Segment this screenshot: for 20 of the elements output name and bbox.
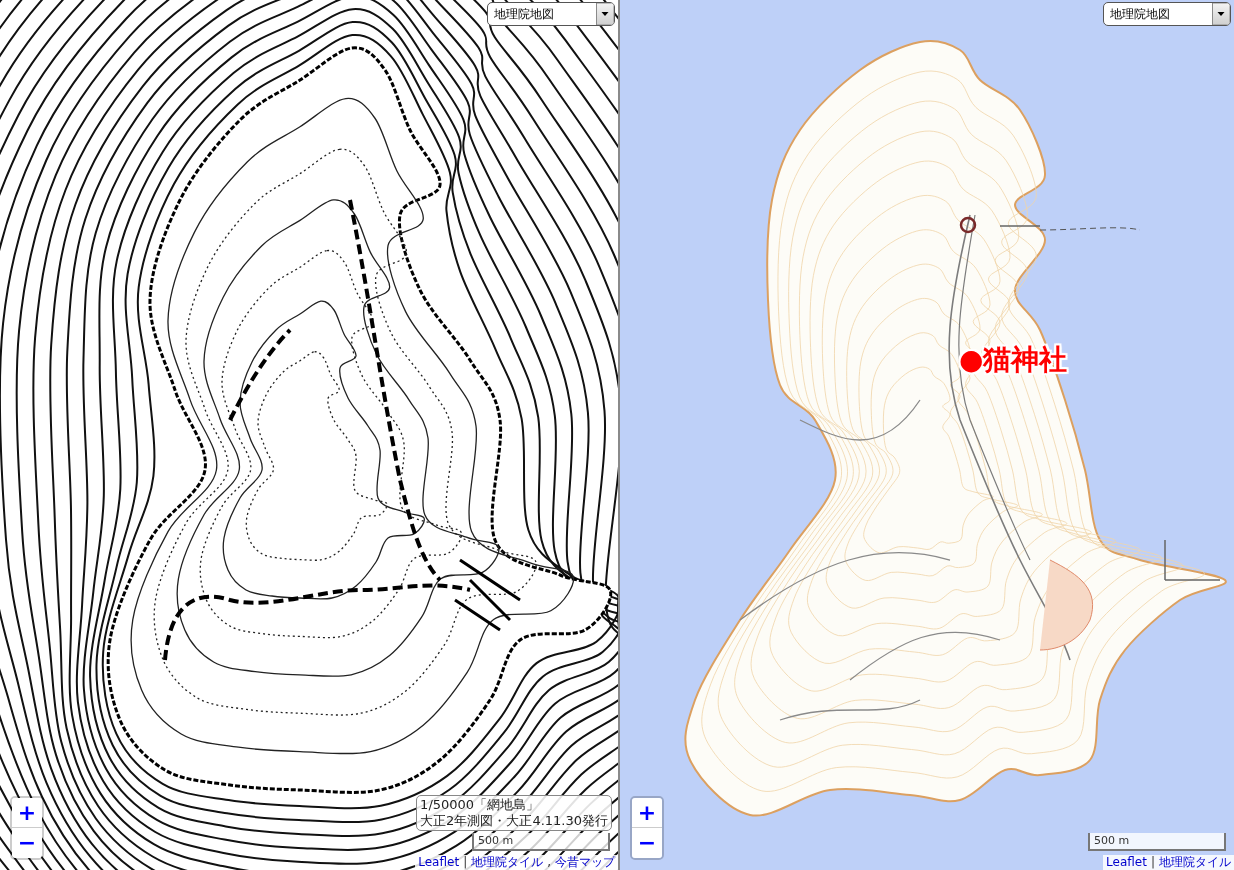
attribution-link[interactable]: Leaflet: [1106, 855, 1147, 870]
map-info-text: 1/50000「網地島」: [420, 797, 541, 813]
attribution-link[interactable]: Leaflet: [418, 855, 460, 870]
zoom-out-button[interactable]: −: [12, 828, 42, 858]
attribution-separator: |: [1150, 855, 1155, 870]
attribution-separator: |: [463, 855, 468, 870]
caret-down-icon: [596, 3, 614, 25]
map-info-text: 大正2年測図・大正4.11.30発行: [420, 813, 608, 829]
layer-select[interactable]: 地理院地図: [1103, 2, 1231, 26]
scale-bar: 500 m: [1088, 833, 1226, 851]
attribution-link[interactable]: 地理院タイル: [471, 855, 544, 870]
attribution-separator: ,: [547, 855, 551, 870]
attribution-link[interactable]: 地理院タイル: [1159, 855, 1231, 870]
caret-down-icon: [1212, 3, 1230, 25]
zoom-out-button[interactable]: −: [632, 828, 662, 858]
layer-select[interactable]: 地理院地図: [487, 2, 615, 26]
zoom-in-button[interactable]: +: [632, 798, 662, 828]
scale-bar: 500 m: [472, 833, 610, 851]
zoom-in-button[interactable]: +: [12, 798, 42, 828]
attribution-link[interactable]: 今昔マップ: [555, 855, 615, 870]
